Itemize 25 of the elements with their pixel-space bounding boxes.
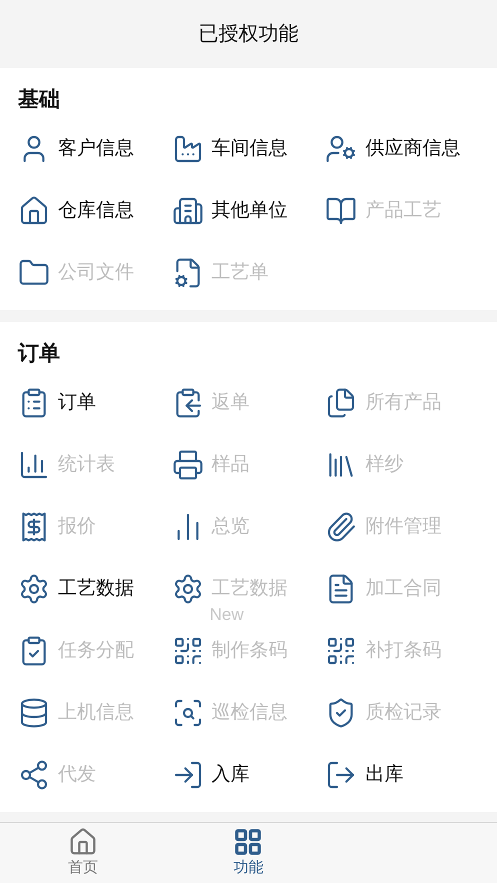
chart-icon xyxy=(18,449,50,481)
section-title: 基础 xyxy=(18,87,61,113)
function-item[interactable]: 车间信息 xyxy=(172,133,288,165)
function-item[interactable]: 出库 xyxy=(325,759,404,791)
book-icon xyxy=(325,195,358,227)
tab-item[interactable]: 首页 xyxy=(0,823,166,883)
page-title: 已授权功能 xyxy=(198,22,298,47)
house-icon xyxy=(68,826,98,857)
function-item[interactable]: 订单 xyxy=(18,387,96,419)
function-item[interactable]: 入库 xyxy=(172,759,250,791)
building-icon xyxy=(172,195,204,227)
section-title: 订单 xyxy=(18,341,61,367)
printer-icon xyxy=(172,449,204,481)
share-icon xyxy=(18,759,50,791)
function-item[interactable]: 仓库信息 xyxy=(18,195,134,227)
function-item[interactable]: 工艺数据 xyxy=(18,573,134,605)
paperclip-icon xyxy=(325,511,358,543)
grid-icon xyxy=(233,826,264,857)
function-item[interactable]: 供应商信息 xyxy=(325,133,460,165)
tab-item[interactable]: 功能 xyxy=(166,823,332,883)
house-icon xyxy=(18,195,50,227)
person-badge-icon xyxy=(325,133,358,165)
function-item[interactable]: 客户信息 xyxy=(18,133,134,165)
function-item[interactable]: 其他单位 xyxy=(172,195,288,227)
database-icon xyxy=(18,697,50,729)
